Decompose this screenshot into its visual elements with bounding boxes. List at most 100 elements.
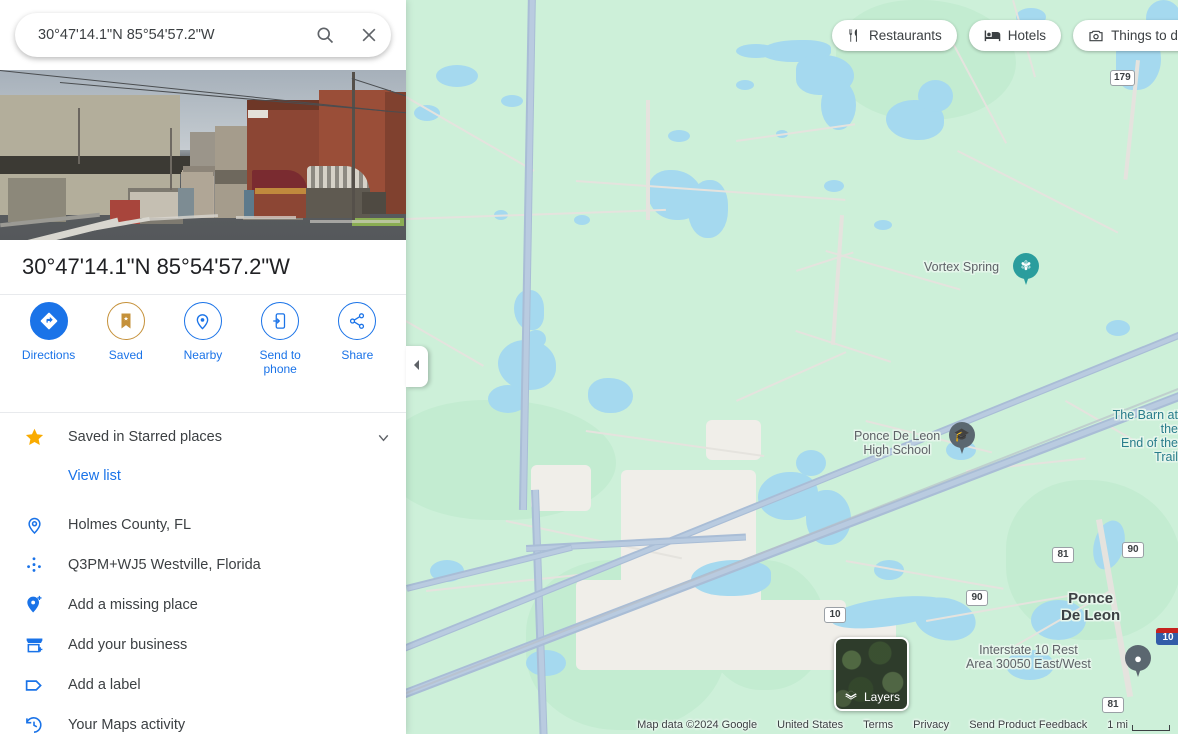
- nearby-button[interactable]: Nearby: [167, 302, 239, 402]
- place-action-buttons: Directions Saved Nearby Send to phone Sh…: [0, 302, 406, 402]
- view-list-link[interactable]: View list: [68, 468, 121, 484]
- hero-awning-left: [0, 156, 195, 174]
- saved-in-starred-places-row[interactable]: Saved in Starred places: [0, 417, 406, 457]
- row-label: Add a label: [68, 677, 141, 693]
- map-attribution-bar: Map data ©2024 Google United States Term…: [637, 716, 1178, 734]
- row-add-a-label[interactable]: Add a label: [0, 665, 406, 705]
- nearby-pin-icon: [183, 302, 222, 340]
- search-bar[interactable]: [15, 13, 391, 57]
- row-add-missing-place[interactable]: Add a missing place: [0, 585, 406, 625]
- search-icon[interactable]: [303, 25, 347, 45]
- row-holmes-county[interactable]: Holmes County, FL: [0, 505, 406, 545]
- saved-in-starred-places-label: Saved in Starred places: [68, 429, 222, 445]
- add-place-icon: [0, 595, 68, 615]
- hero-awning-stripe: [255, 188, 307, 194]
- saved-label: Saved: [108, 348, 143, 362]
- hero-pole: [170, 128, 172, 190]
- route-shield-179: 179: [1110, 70, 1135, 86]
- route-shield-81: 81: [1102, 697, 1124, 713]
- send-to-phone-button[interactable]: Send to phone: [244, 302, 316, 402]
- page-title: 30°47'14.1"N 85°54'57.2"W: [22, 254, 290, 279]
- row-your-maps-activity[interactable]: Your Maps activity: [0, 705, 406, 734]
- poi-marker-interstate-10-rest-area[interactable]: ●: [1125, 645, 1151, 679]
- map-water: [918, 80, 953, 112]
- attribution-map-data: Map data ©2024 Google: [637, 719, 758, 731]
- layers-button-bar: Layers: [836, 685, 907, 709]
- map-water: [736, 80, 754, 90]
- row-label: Add a missing place: [68, 597, 198, 613]
- layers-icon: [844, 689, 858, 706]
- map-water: [736, 44, 776, 58]
- hero-door: [244, 190, 254, 218]
- layers-label: Layers: [864, 690, 901, 704]
- history-icon: [0, 715, 68, 734]
- chip-label: Restaurants: [869, 28, 942, 43]
- search-bar-container: [0, 0, 406, 70]
- map-water: [796, 450, 826, 476]
- attribution-feedback[interactable]: Send Product Feedback: [969, 719, 1087, 731]
- send-to-phone-label: Send to phone: [259, 348, 301, 377]
- hero-door: [178, 188, 194, 218]
- restaurant-icon: [847, 28, 862, 43]
- map-canvas[interactable]: 179 90 90 90 81 81 10 10 10 10 ✾ 🎓 ⌂ ⛰ ✝: [406, 0, 1178, 734]
- hero-storefront: [362, 192, 386, 214]
- chevron-down-icon[interactable]: [360, 429, 406, 446]
- row-label: Your Maps activity: [68, 717, 186, 733]
- row-label: Add your business: [68, 637, 188, 653]
- poi-marker-vortex-spring[interactable]: ✾: [1013, 253, 1039, 287]
- close-icon[interactable]: [347, 25, 391, 45]
- collapse-panel-button[interactable]: [406, 346, 428, 387]
- send-to-phone-icon: [261, 302, 300, 340]
- chip-label: Things to do: [1111, 28, 1178, 43]
- directions-label: Directions: [21, 348, 76, 362]
- chip-things-to-do[interactable]: Things to do: [1073, 20, 1178, 51]
- add-business-icon: [0, 635, 68, 656]
- hero-window-left: [8, 178, 66, 222]
- map-water: [874, 220, 892, 230]
- row-label: Q3PM+WJ5 Westville, Florida: [68, 557, 261, 573]
- route-shield-90: 90: [1122, 542, 1144, 558]
- chip-restaurants[interactable]: Restaurants: [832, 20, 957, 51]
- route-shield-90: 90: [966, 590, 988, 606]
- route-shield-10-left: 10: [824, 607, 846, 623]
- row-plus-code[interactable]: Q3PM+WJ5 Westville, Florida: [0, 545, 406, 585]
- scale-label: 1 mi: [1107, 719, 1128, 731]
- chip-hotels[interactable]: Hotels: [968, 20, 1062, 51]
- route-shield-i10: 10: [1156, 628, 1178, 645]
- hero-storefront: [306, 188, 370, 218]
- search-input[interactable]: [15, 27, 303, 43]
- map-local-road: [646, 100, 650, 220]
- hero-lane-marking: [236, 216, 296, 219]
- scale-bar-line: [1132, 725, 1170, 731]
- layers-button[interactable]: Layers: [834, 637, 909, 711]
- rest-area-icon: ●: [1134, 650, 1142, 666]
- school-icon: 🎓: [953, 427, 971, 442]
- map-water: [1006, 650, 1054, 680]
- row-label: Holmes County, FL: [68, 517, 192, 533]
- place-details-sidebar: 30°47'14.1"N 85°54'57.2"W Directions Sav…: [0, 0, 406, 734]
- saved-button[interactable]: Saved: [90, 302, 162, 402]
- map-water: [436, 65, 478, 87]
- hero-pole: [352, 72, 355, 220]
- bookmark-star-icon: [106, 302, 145, 340]
- map-water: [821, 80, 856, 130]
- map-builtup-area: [531, 465, 591, 511]
- attribution-terms[interactable]: Terms: [863, 719, 893, 731]
- camera-icon: [1088, 28, 1104, 44]
- chip-label: Hotels: [1007, 28, 1047, 43]
- map-water: [526, 650, 566, 676]
- attribution-region[interactable]: United States: [777, 719, 843, 731]
- row-add-your-business[interactable]: Add your business: [0, 625, 406, 665]
- street-view-photo[interactable]: [0, 70, 406, 240]
- poi-marker-ponce-de-leon-high-school[interactable]: 🎓: [949, 422, 975, 456]
- spring-icon: ✾: [1020, 258, 1032, 273]
- attribution-privacy[interactable]: Privacy: [913, 719, 949, 731]
- map-water: [574, 215, 590, 225]
- hero-awning-red: [252, 170, 307, 190]
- map-scale-bar: 1 mi: [1107, 719, 1170, 731]
- share-button[interactable]: Share: [321, 302, 393, 402]
- label-tag-icon: [0, 675, 68, 696]
- directions-button[interactable]: Directions: [13, 302, 85, 402]
- star-icon: [0, 427, 68, 448]
- plus-code-icon: [0, 555, 68, 575]
